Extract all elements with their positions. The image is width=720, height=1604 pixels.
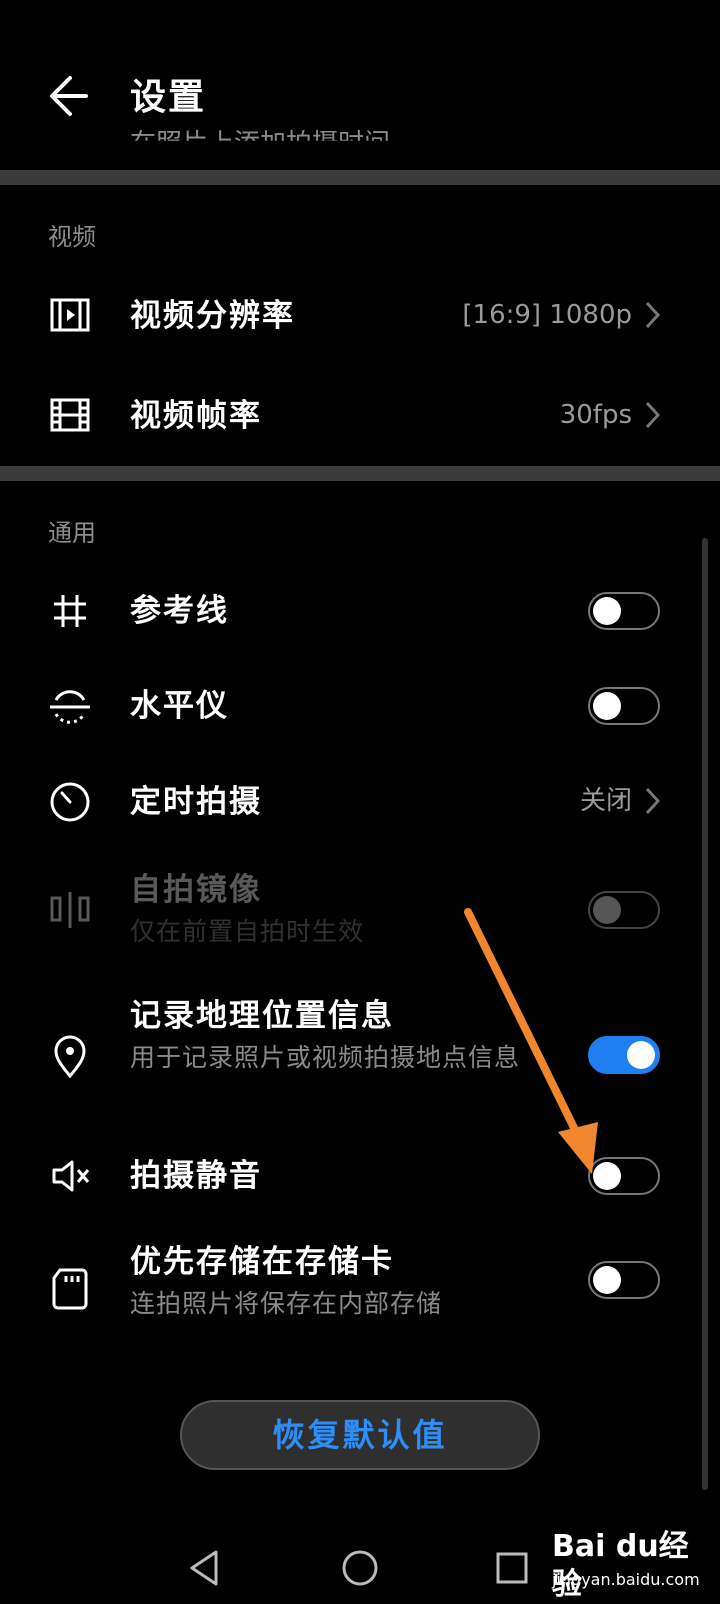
- chevron-right-icon: [642, 783, 664, 819]
- section-divider: [0, 466, 720, 481]
- mirror-icon: [46, 886, 94, 934]
- nav-back-icon[interactable]: [178, 1540, 234, 1596]
- nav-recents-icon[interactable]: [484, 1540, 540, 1596]
- setting-title: 视频分辨率: [130, 298, 295, 334]
- setting-video-framerate[interactable]: 视频帧率 30fps: [0, 380, 720, 452]
- sd-card-icon: [46, 1264, 94, 1312]
- watermark-site: jingyan.baidu.com: [552, 1570, 700, 1589]
- grid-icon: [46, 587, 94, 635]
- sdcard-toggle[interactable]: [588, 1261, 660, 1299]
- watermark-brand: Bai du经验: [552, 1529, 689, 1602]
- speaker-mute-icon: [46, 1152, 94, 1200]
- setting-timer[interactable]: 定时拍摄 关闭: [0, 766, 720, 838]
- setting-title: 水平仪: [130, 688, 229, 724]
- level-toggle[interactable]: [588, 687, 660, 725]
- timer-icon: [46, 778, 94, 826]
- setting-title: 定时拍摄: [130, 784, 262, 820]
- setting-title: 记录地理位置信息: [130, 998, 394, 1034]
- setting-level[interactable]: 水平仪: [0, 670, 720, 742]
- level-icon: [46, 682, 94, 730]
- setting-title: 拍摄静音: [130, 1158, 262, 1194]
- chevron-right-icon: [642, 297, 664, 333]
- nav-home-icon[interactable]: [332, 1540, 388, 1596]
- baidu-watermark: Bai du经验 jingyan.baidu.com: [552, 1528, 712, 1602]
- setting-value: [16:9] 1080p: [462, 300, 632, 330]
- setting-value: 30fps: [559, 400, 632, 430]
- annotation-arrow: [464, 908, 598, 1174]
- section-divider: [0, 170, 720, 185]
- setting-title: 优先存储在存储卡: [130, 1244, 394, 1280]
- setting-value: 关闭: [579, 786, 632, 816]
- section-label-general: 通用: [48, 519, 96, 547]
- setting-gridlines[interactable]: 参考线: [0, 575, 720, 647]
- setting-title: 视频帧率: [130, 398, 262, 434]
- page-title: 设置: [130, 77, 207, 118]
- setting-title: 自拍镜像: [130, 872, 262, 908]
- setting-sdcard[interactable]: 优先存储在存储卡 连拍照片将保存在内部存储: [0, 1238, 720, 1338]
- location-pin-icon: [46, 1032, 94, 1080]
- scrolled-item-text: 在照片上添加拍摄时间: [130, 129, 391, 159]
- chevron-right-icon: [642, 397, 664, 433]
- section-label-video: 视频: [48, 223, 96, 251]
- setting-title: 参考线: [130, 593, 229, 629]
- restore-defaults-button[interactable]: 恢复默认值: [180, 1400, 540, 1470]
- video-resolution-icon: [46, 292, 94, 340]
- back-arrow-icon[interactable]: [46, 70, 98, 122]
- film-strip-icon: [46, 392, 94, 440]
- setting-video-resolution[interactable]: 视频分辨率 [16:9] 1080p: [0, 280, 720, 352]
- gridlines-toggle[interactable]: [588, 592, 660, 630]
- setting-subtitle: 连拍照片将保存在内部存储: [130, 1289, 443, 1318]
